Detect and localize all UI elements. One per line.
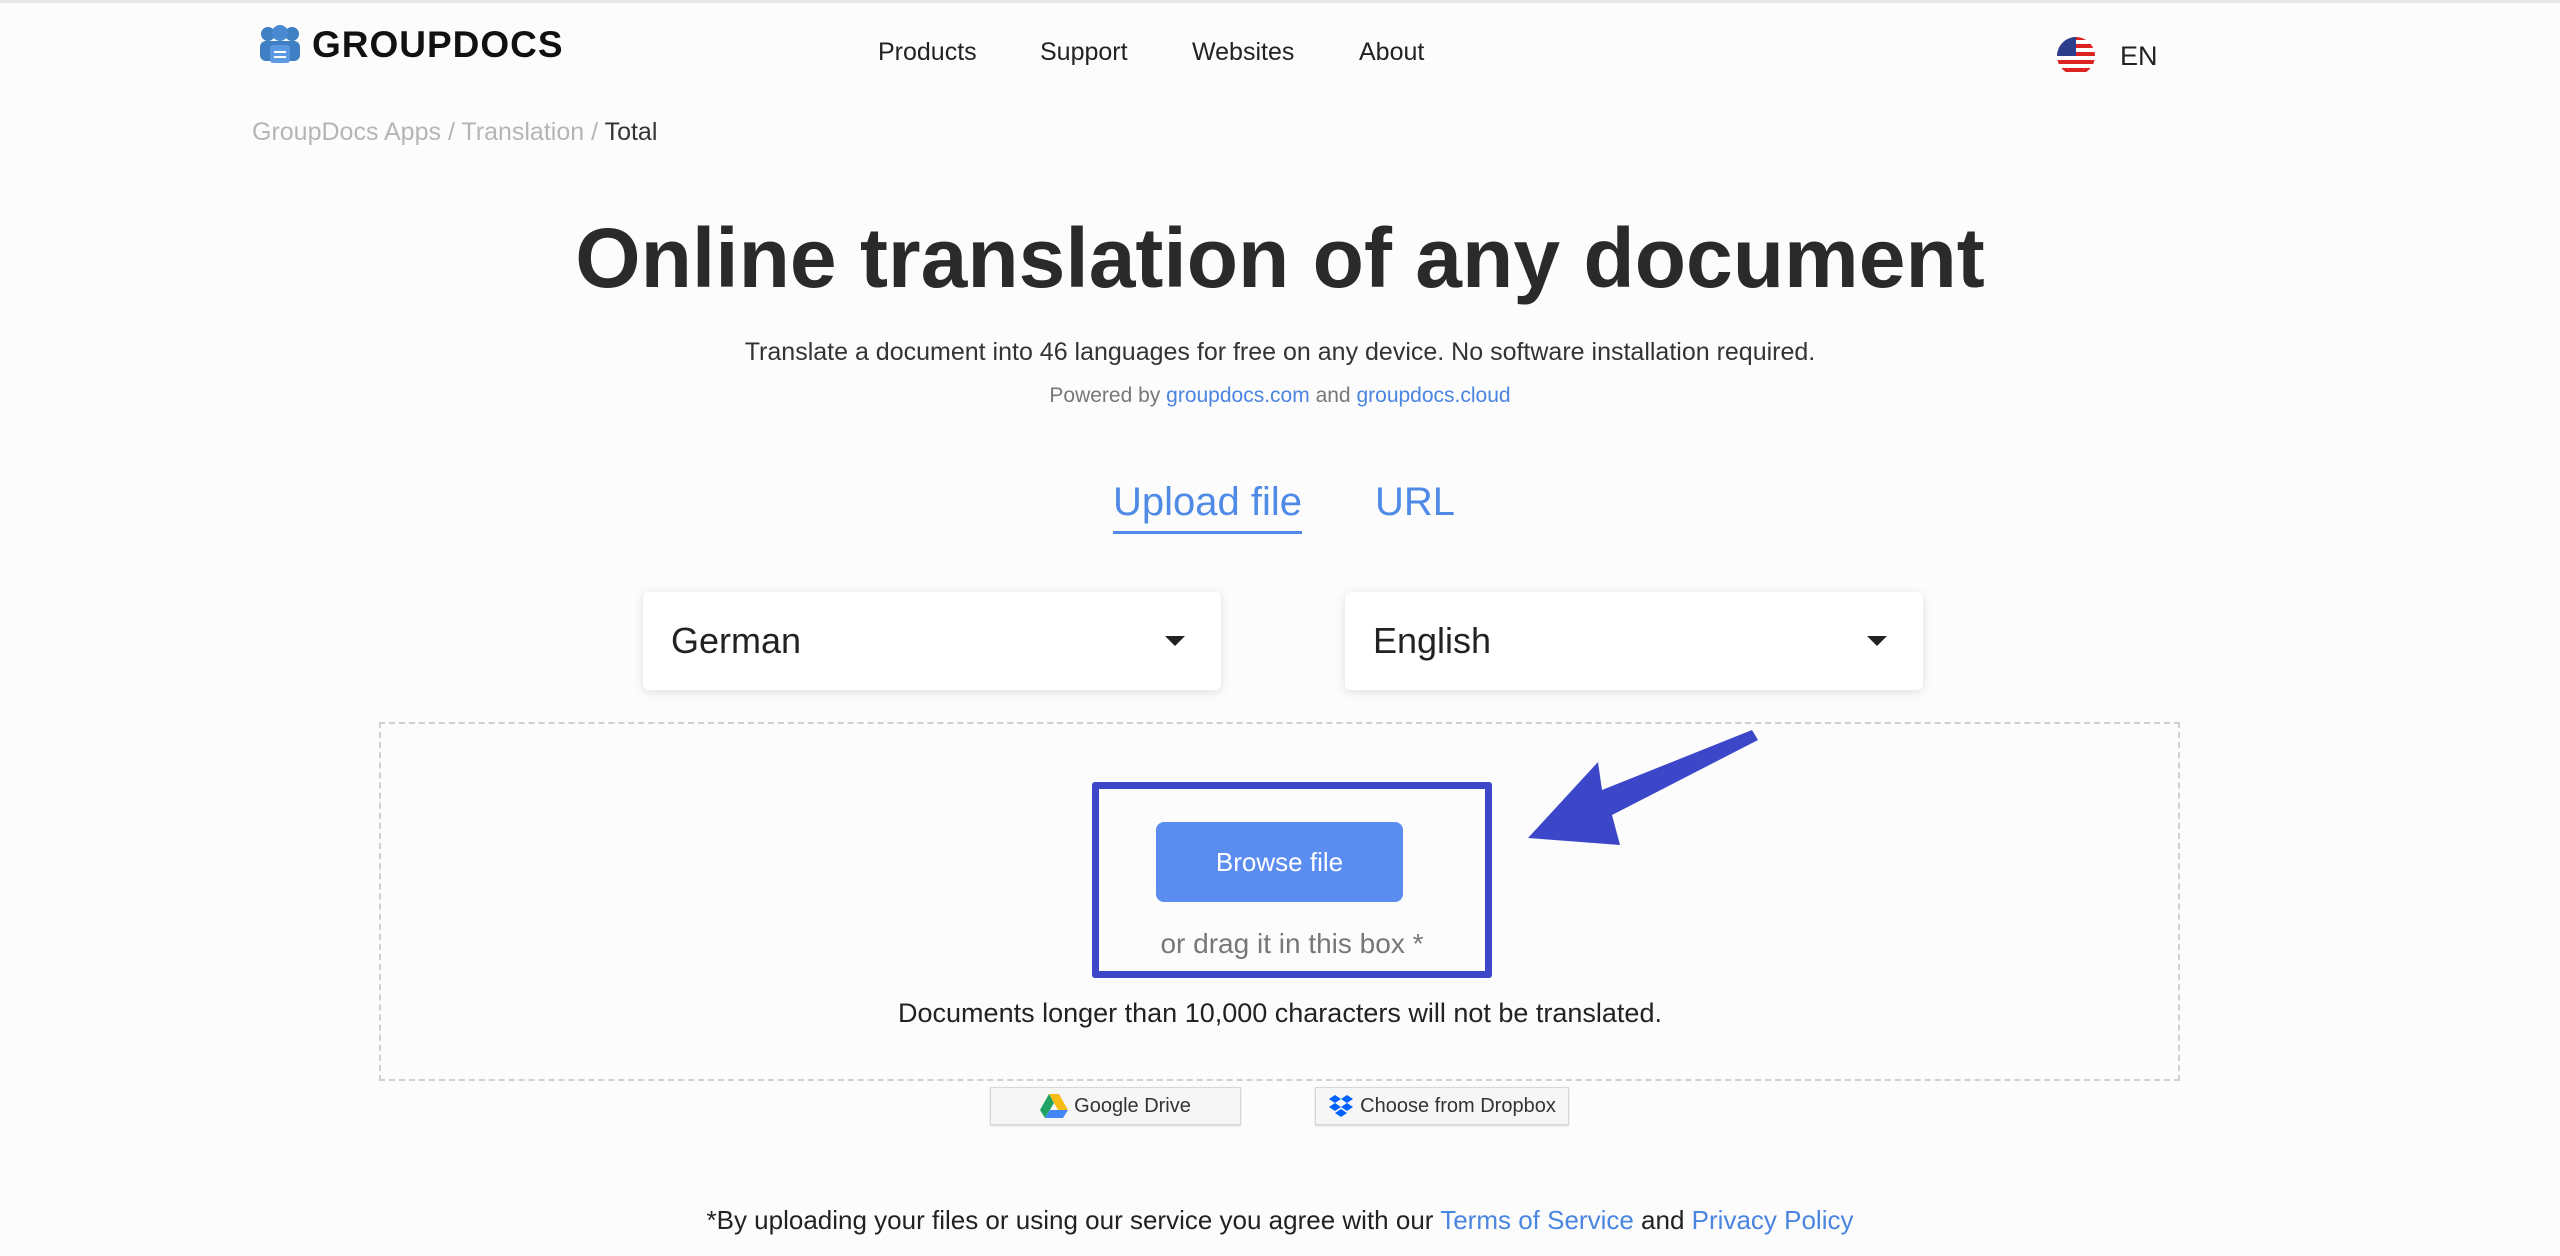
terms-of-service-link[interactable]: Terms of Service xyxy=(1440,1205,1634,1235)
breadcrumb-translation[interactable]: Translation xyxy=(461,118,584,146)
source-language-select[interactable]: German xyxy=(643,592,1221,690)
breadcrumb-current: Total xyxy=(604,118,658,146)
dropbox-icon xyxy=(1329,1095,1354,1117)
page-subtitle: Translate a document into 46 languages f… xyxy=(744,338,1816,366)
nav-about[interactable]: About xyxy=(1359,38,1424,67)
source-language-value: German xyxy=(671,620,802,661)
privacy-policy-link[interactable]: Privacy Policy xyxy=(1692,1205,1854,1235)
caret-down-icon xyxy=(1867,636,1887,646)
powered-prefix: Powered by xyxy=(1049,384,1161,407)
character-limit-note: Documents longer than 10,000 characters … xyxy=(898,998,1662,1028)
language-selector[interactable]: EN xyxy=(2056,36,2158,76)
us-flag-icon xyxy=(2057,37,2095,75)
top-border xyxy=(0,0,2560,3)
google-drive-icon xyxy=(1040,1094,1069,1118)
drag-hint: or drag it in this box * xyxy=(1160,928,1424,959)
terms-notice: *By uploading your files or using our se… xyxy=(0,1205,2560,1236)
groupdocs-cloud-link[interactable]: groupdocs.cloud xyxy=(1356,384,1510,407)
tab-url[interactable]: URL xyxy=(1375,480,1455,525)
language-code: EN xyxy=(2120,40,2158,71)
terms-and: and xyxy=(1641,1205,1685,1235)
breadcrumb-separator: / xyxy=(447,118,455,146)
google-drive-button[interactable]: Google Drive xyxy=(990,1087,1241,1125)
nav-products[interactable]: Products xyxy=(878,38,977,67)
breadcrumb-separator: / xyxy=(591,118,599,146)
browse-file-button[interactable]: Browse file xyxy=(1156,822,1403,902)
terms-prefix: *By uploading your files or using our se… xyxy=(706,1205,1434,1235)
logo[interactable]: GROUPDOCS xyxy=(258,24,564,66)
target-language-value: English xyxy=(1373,620,1492,661)
breadcrumb: GroupDocs Apps / Translation / Total xyxy=(252,118,657,147)
breadcrumb-groupdocs-apps[interactable]: GroupDocs Apps xyxy=(252,118,441,146)
powered-and: and xyxy=(1315,384,1351,407)
dropbox-label: Choose from Dropbox xyxy=(1360,1094,1556,1117)
target-language-select[interactable]: English xyxy=(1345,592,1923,690)
arrow-annotation-icon xyxy=(1528,730,1758,845)
page-title: Online translation of any document xyxy=(575,211,1985,305)
tab-upload-file[interactable]: Upload file xyxy=(1113,480,1303,534)
groupdocs-com-link[interactable]: groupdocs.com xyxy=(1166,384,1310,407)
groupdocs-logo-icon xyxy=(260,25,300,63)
nav-websites[interactable]: Websites xyxy=(1192,38,1294,67)
logo-text: GROUPDOCS xyxy=(312,24,564,65)
google-drive-label: Google Drive xyxy=(1074,1094,1191,1117)
nav-support[interactable]: Support xyxy=(1040,38,1128,67)
powered-by: Powered by groupdocs.com and groupdocs.c… xyxy=(0,384,2560,408)
caret-down-icon xyxy=(1165,636,1185,646)
dropbox-button[interactable]: Choose from Dropbox xyxy=(1315,1087,1569,1125)
